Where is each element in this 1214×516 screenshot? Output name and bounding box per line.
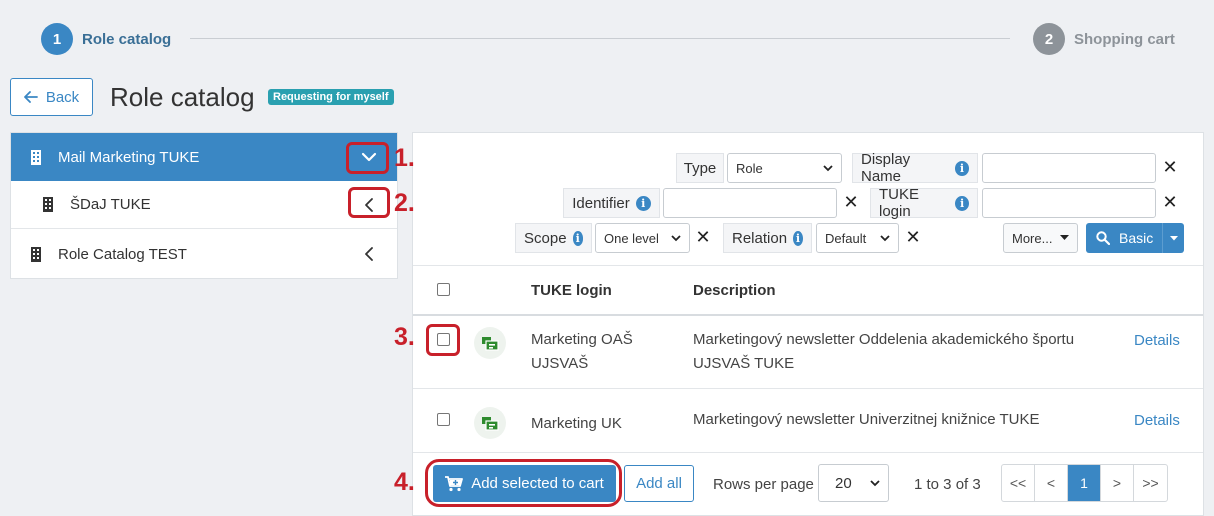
column-header-tuke-login[interactable]: TUKE login: [531, 282, 612, 299]
details-link[interactable]: Details: [1134, 332, 1180, 349]
type-select[interactable]: Role: [727, 153, 842, 183]
table-bottom-divider: [413, 452, 1203, 453]
table-cell-description: Marketingový newsletter Univerzitnej kni…: [693, 411, 1040, 428]
chevron-down-icon: [880, 234, 890, 241]
page-1-button[interactable]: 1: [1068, 465, 1101, 501]
page-title: Role catalog: [110, 82, 255, 112]
annotation-box-4: [425, 459, 622, 507]
pagination: << < 1 > >>: [1001, 464, 1168, 502]
arrow-left-icon: [23, 91, 38, 103]
tree-item-label: ŠDaJ TUKE: [70, 196, 151, 213]
caret-down-icon[interactable]: [1170, 235, 1179, 241]
more-dropdown[interactable]: More...: [1003, 223, 1078, 253]
tuke-login-input[interactable]: [982, 188, 1156, 218]
tree-item-mail-marketing[interactable]: Mail Marketing TUKE: [11, 133, 397, 181]
annotation-label-2: 2.: [394, 189, 415, 217]
step-label: Shopping cart: [1074, 30, 1175, 48]
annotation-box-2: [348, 187, 390, 218]
building-icon: [43, 197, 53, 212]
table-cell-login: Marketing OAŠ UJSVAŠ: [531, 331, 633, 372]
table-header-divider: [413, 314, 1203, 316]
annotation-label-3: 3.: [394, 323, 415, 351]
chevron-down-icon: [823, 164, 833, 171]
clear-identifier-button[interactable]: ✕: [841, 192, 861, 213]
annotation-label-1: 1.: [394, 144, 415, 172]
display-name-input[interactable]: [982, 153, 1156, 183]
tree-item-label: Role Catalog TEST: [58, 245, 187, 263]
annotation-label-4: 4.: [394, 468, 415, 496]
back-label: Back: [45, 88, 80, 106]
role-catalog-tree: Mail Marketing TUKE ŠDaJ TUKE Role Catal…: [10, 132, 398, 279]
info-icon[interactable]: i: [572, 230, 583, 246]
clear-display-name-button[interactable]: ✕: [1160, 157, 1180, 178]
clear-tuke-login-button[interactable]: ✕: [1160, 192, 1180, 213]
prev-page-button[interactable]: <: [1035, 465, 1068, 501]
scope-label: Scope i: [515, 223, 592, 253]
table-top-divider: [413, 265, 1203, 266]
annotation-box-3: [426, 324, 460, 356]
details-link[interactable]: Details: [1134, 412, 1180, 429]
caret-down-icon: [1060, 235, 1069, 240]
column-header-description[interactable]: Description: [693, 282, 776, 299]
info-icon[interactable]: i: [955, 195, 969, 211]
wizard-step-2[interactable]: 2 Shopping cart: [1033, 23, 1175, 55]
clear-scope-button[interactable]: ✕: [693, 227, 713, 248]
pagination-range: 1 to 3 of 3: [914, 476, 981, 493]
relation-select[interactable]: Default: [816, 223, 899, 253]
wizard-step-1[interactable]: 1 Role catalog: [41, 23, 171, 55]
info-icon[interactable]: i: [954, 160, 969, 176]
select-all-checkbox[interactable]: [437, 283, 450, 296]
table-cell-description: Marketingový newsletter Oddelenia akadem…: [693, 331, 1075, 372]
add-all-button[interactable]: Add all: [624, 465, 694, 502]
rows-per-page-label: Rows per page: [713, 476, 814, 493]
first-page-button[interactable]: <<: [1002, 465, 1035, 501]
step-label: Role catalog: [82, 30, 172, 48]
row-checkbox[interactable]: [437, 413, 450, 426]
wizard-line: [190, 38, 1010, 39]
chevron-down-icon: [870, 479, 880, 486]
relation-label: Relation i: [723, 223, 812, 253]
role-icon: [474, 407, 506, 439]
basic-search-button[interactable]: Basic: [1086, 223, 1184, 253]
role-icon: [474, 327, 506, 359]
rows-per-page-select[interactable]: 20: [818, 464, 889, 502]
last-page-button[interactable]: >>: [1134, 465, 1167, 501]
next-page-button[interactable]: >: [1101, 465, 1134, 501]
requesting-badge: Requesting for myself: [268, 89, 394, 105]
info-icon[interactable]: i: [793, 230, 803, 246]
table-row-divider: [413, 388, 1203, 389]
step-number: 2: [1033, 23, 1065, 55]
split-divider: [1162, 223, 1164, 253]
chevron-down-icon: [671, 234, 681, 241]
step-number: 1: [41, 23, 73, 55]
scope-select[interactable]: One level: [595, 223, 690, 253]
info-icon[interactable]: i: [635, 195, 651, 211]
tree-item-sdaj[interactable]: ŠDaJ TUKE: [11, 181, 397, 229]
chevron-left-icon[interactable]: [364, 246, 374, 262]
identifier-input[interactable]: [663, 188, 837, 218]
tree-item-label: Mail Marketing TUKE: [58, 148, 200, 166]
search-icon: [1096, 231, 1110, 245]
annotation-box-1: [346, 142, 389, 174]
identifier-label: Identifier i: [563, 188, 660, 218]
building-icon: [31, 246, 41, 262]
tree-item-role-catalog-test[interactable]: Role Catalog TEST: [11, 230, 397, 278]
table-cell-login: Marketing UK: [531, 415, 622, 432]
tuke-login-label: TUKE login i: [870, 186, 978, 220]
type-label: Type: [676, 153, 724, 183]
building-icon: [31, 149, 41, 165]
clear-relation-button[interactable]: ✕: [903, 227, 923, 248]
display-name-label: Display Name i: [852, 151, 978, 185]
back-button[interactable]: Back: [10, 78, 93, 116]
